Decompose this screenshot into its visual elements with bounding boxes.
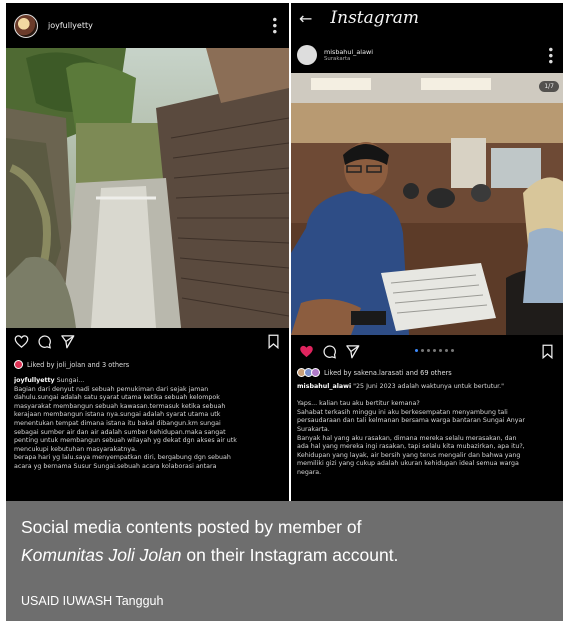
comment-icon[interactable] bbox=[37, 334, 52, 349]
caption-line-1: Social media contents posted by member o… bbox=[21, 517, 362, 537]
left-post-header: joyfullyetty ••• bbox=[6, 3, 289, 48]
left-likes[interactable]: Liked by joli_jolan and 3 others bbox=[14, 360, 129, 369]
right-avatar[interactable] bbox=[297, 45, 317, 65]
carousel-dot[interactable] bbox=[415, 349, 418, 352]
left-username[interactable]: joyfullyetty bbox=[48, 21, 93, 30]
share-icon[interactable] bbox=[60, 334, 75, 349]
left-caption: joyfullyetty Sungai... Bagian dari denyu… bbox=[14, 377, 283, 501]
more-options-icon[interactable]: ••• bbox=[543, 46, 557, 64]
back-arrow-icon[interactable]: ← bbox=[299, 9, 312, 28]
caption-line-2: Komunitas Joli Jolan on their Instagram … bbox=[21, 545, 398, 566]
right-post-photo-wrap: 1/7 bbox=[291, 73, 563, 335]
right-post-photo bbox=[291, 73, 563, 335]
bookmark-icon[interactable] bbox=[266, 334, 281, 349]
carousel-dots[interactable] bbox=[415, 349, 454, 352]
liker-avatar bbox=[311, 368, 320, 377]
right-post-header: misbahul_alawi Surakarta ••• bbox=[291, 39, 563, 71]
left-instagram-post: joyfullyetty ••• Liked by joli_jolan and… bbox=[6, 3, 289, 501]
figure-frame: joyfullyetty ••• Liked by joli_jolan and… bbox=[0, 0, 563, 621]
right-caption-line: ada hal yang mereka ingi rasakan, tapi s… bbox=[297, 443, 525, 451]
instagram-top-bar: ← Instagram bbox=[291, 3, 563, 33]
left-caption-line: masyarakat membangun sebuah kawasan.term… bbox=[14, 402, 226, 410]
right-caption-line: persaudaraan dan tali kelmanan bersama w… bbox=[297, 417, 525, 425]
left-caption-username[interactable]: joyfullyetty bbox=[14, 377, 55, 384]
right-instagram-post: ← Instagram misbahul_alawi Surakarta ••• bbox=[289, 3, 563, 501]
left-caption-line: Bagian dari denyut nadi sebuah pemukiman… bbox=[14, 385, 209, 393]
figure-caption-banner: Social media contents posted by member o… bbox=[6, 501, 563, 621]
left-caption-line: menentukan tempat dimana istana itu baka… bbox=[14, 419, 221, 427]
right-caption-line: Kehidupan yang layak, air bersih yang te… bbox=[297, 451, 521, 459]
right-caption-username[interactable]: misbahul_alawi bbox=[297, 383, 351, 390]
right-caption-line: memiliki gizi yang cukup adalah ukuran k… bbox=[297, 460, 519, 468]
left-caption-line: sebagai sumber air dan air adalah sumber… bbox=[14, 428, 226, 436]
right-caption-first: "25 Juni 2023 adalah waktunya untuk bert… bbox=[353, 383, 505, 390]
more-options-icon[interactable]: ••• bbox=[267, 16, 281, 34]
bookmark-icon[interactable] bbox=[540, 344, 555, 359]
right-caption-line: Banyak hal yang aku rasakan, dimana mere… bbox=[297, 434, 517, 442]
carousel-dot[interactable] bbox=[433, 349, 436, 352]
instagram-logo-title: Instagram bbox=[330, 8, 420, 28]
left-caption-line: berapa hari yg lalu.saya menyempatkan di… bbox=[14, 454, 231, 462]
carousel-dot[interactable] bbox=[445, 349, 448, 352]
left-caption-line: dahulu.sungai adalah satu syarat utama k… bbox=[14, 394, 220, 402]
heart-filled-icon[interactable] bbox=[299, 344, 314, 359]
right-username[interactable]: misbahul_alawi bbox=[324, 48, 373, 56]
left-post-photo bbox=[6, 48, 289, 328]
right-likes-text: Liked by sakena.larasati and 69 others bbox=[324, 368, 452, 377]
comment-icon[interactable] bbox=[322, 344, 337, 359]
caption-community-name: Komunitas Joli Jolan bbox=[21, 545, 182, 565]
left-caption-first: Sungai... bbox=[56, 377, 85, 384]
left-caption-line: mencukupi kebutuhan masyarakatnya. bbox=[14, 445, 137, 453]
right-caption-line bbox=[297, 392, 557, 401]
left-likes-text: Liked by joli_jolan and 3 others bbox=[27, 360, 130, 369]
left-avatar[interactable] bbox=[14, 13, 38, 38]
heart-icon[interactable] bbox=[14, 334, 29, 349]
carousel-dot[interactable] bbox=[421, 349, 424, 352]
carousel-dot[interactable] bbox=[439, 349, 442, 352]
right-caption-line: Yaps... kalian tau aku bertitur kemana? bbox=[297, 400, 420, 408]
right-location[interactable]: Surakarta bbox=[324, 56, 373, 62]
right-caption-line: Surakarta. bbox=[297, 425, 330, 433]
right-likes[interactable]: Liked by sakena.larasati and 69 others bbox=[297, 368, 452, 377]
liker-avatar bbox=[14, 360, 23, 369]
caption-line-2-rest: on their Instagram account. bbox=[181, 545, 399, 565]
share-icon[interactable] bbox=[345, 344, 360, 359]
image-counter: 1/7 bbox=[539, 81, 559, 92]
left-caption-line: penting untuk membangun sebuah wilayah y… bbox=[14, 437, 237, 445]
left-caption-line: kerajaan membangun istana nya.sungai ada… bbox=[14, 411, 221, 419]
right-caption-line: Sahabat terkasih minggu ini aku berkesem… bbox=[297, 408, 508, 416]
left-action-bar bbox=[14, 334, 281, 349]
carousel-dot[interactable] bbox=[451, 349, 454, 352]
left-caption-line: acara yg bernama Susur Sungai.sebuah aca… bbox=[14, 462, 217, 470]
right-caption: misbahul_alawi "25 Juni 2023 adalah wakt… bbox=[297, 383, 557, 501]
carousel-dot[interactable] bbox=[427, 349, 430, 352]
right-caption-line: negara. bbox=[297, 468, 322, 476]
photo-credit: USAID IUWASH Tangguh bbox=[21, 594, 164, 608]
